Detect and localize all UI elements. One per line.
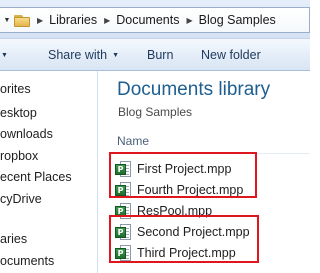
breadcrumb-blog-samples[interactable]: Blog Samples	[199, 13, 276, 27]
share-with-label: Share with	[48, 48, 108, 62]
command-toolbar: ▼ Share with ▼ Burn New folder	[0, 38, 310, 71]
burn-button[interactable]: Burn	[147, 39, 173, 71]
name-column-header[interactable]: Name	[117, 134, 149, 148]
breadcrumb-documents[interactable]: Documents	[116, 13, 179, 27]
nav-item-dropbox[interactable]: ropbox	[0, 147, 38, 165]
library-subtitle: Blog Samples	[118, 105, 193, 119]
organize-arrow-icon[interactable]: ▼	[0, 39, 12, 71]
nav-item-skydrive[interactable]: cyDrive	[0, 190, 42, 208]
content-pane: Documents library Blog Samples Name P Fi…	[99, 71, 310, 273]
chevron-right-icon[interactable]: ▶	[37, 16, 43, 25]
highlight-box-group-1	[109, 152, 257, 198]
address-bar-area: ▼ ▶ Libraries ▶ Documents ▶ Blog Samples	[0, 0, 310, 38]
new-folder-button[interactable]: New folder	[201, 39, 261, 71]
chevron-down-icon: ▼	[112, 51, 119, 59]
nav-item-libraries[interactable]: aries	[0, 230, 27, 248]
address-bar[interactable]: ▼ ▶ Libraries ▶ Documents ▶ Blog Samples	[0, 7, 310, 33]
nav-item-downloads[interactable]: ownloads	[0, 125, 53, 143]
nav-item-recent-places[interactable]: ecent Places	[0, 168, 72, 186]
history-dropdown-icon[interactable]: ▼	[2, 8, 12, 32]
folder-icon	[14, 14, 30, 27]
chevron-right-icon[interactable]: ▶	[186, 16, 192, 25]
library-title: Documents library	[117, 79, 271, 100]
nav-item-documents[interactable]: ocuments	[0, 252, 54, 270]
breadcrumb-libraries[interactable]: Libraries	[49, 13, 97, 27]
nav-item-favorites[interactable]: orites	[0, 80, 31, 98]
highlight-box-group-2	[109, 215, 259, 263]
chevron-right-icon[interactable]: ▶	[104, 16, 110, 25]
navigation-pane: orites esktop ownloads ropbox ecent Plac…	[0, 71, 98, 273]
nav-item-desktop[interactable]: esktop	[0, 104, 37, 122]
share-with-button[interactable]: Share with ▼	[48, 39, 119, 71]
